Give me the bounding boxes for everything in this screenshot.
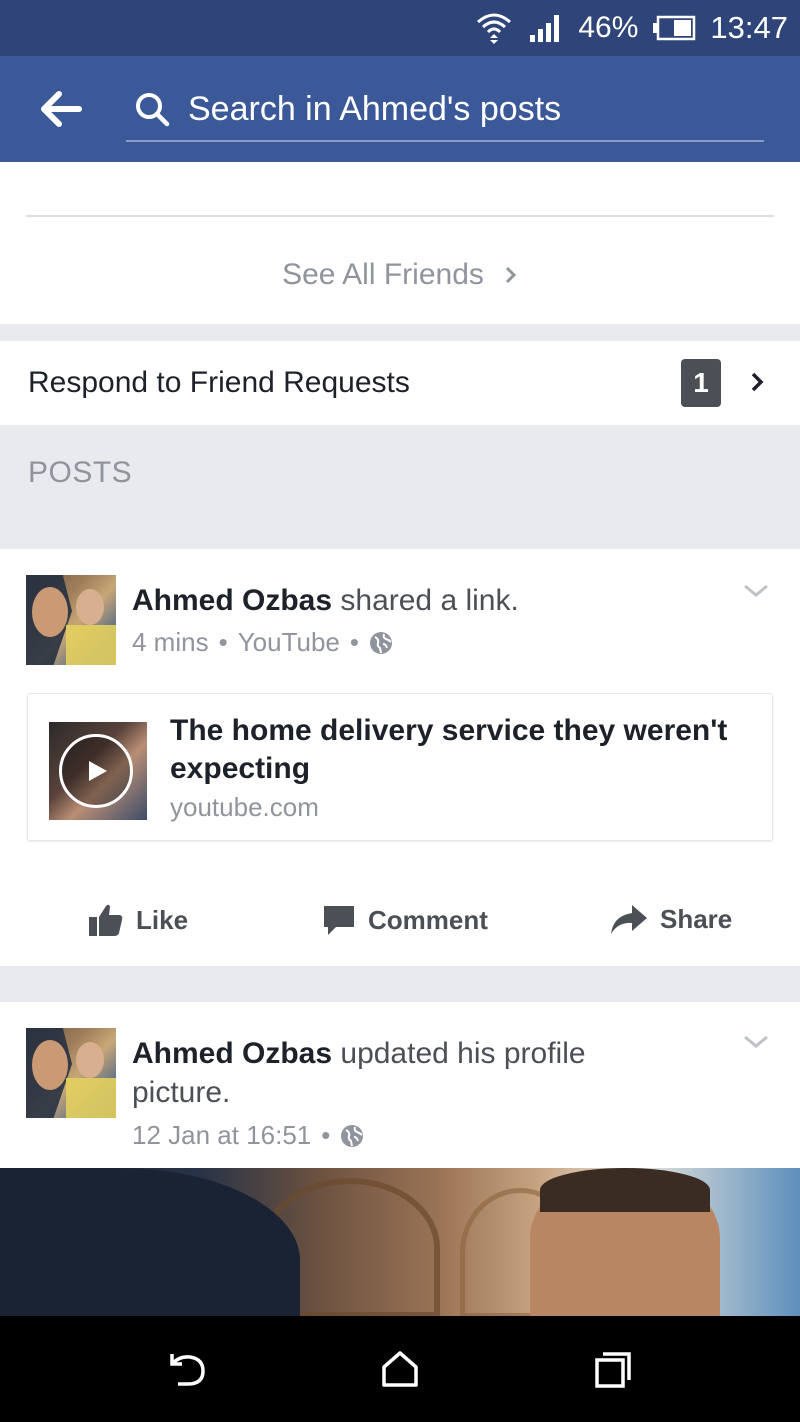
search-input[interactable] <box>188 89 748 129</box>
share-label: Share <box>660 903 733 934</box>
meta-separator: • <box>321 1120 331 1150</box>
globe-icon <box>369 631 392 654</box>
post-source: YouTube <box>237 627 340 657</box>
see-all-friends-button[interactable]: See All Friends <box>0 252 800 298</box>
post-author[interactable]: Ahmed Ozbas <box>132 584 332 617</box>
posts-section-header: POSTS <box>28 456 133 489</box>
meta-separator: • <box>349 627 359 657</box>
share-arrow-icon <box>611 905 647 934</box>
post-options-button[interactable] <box>740 1032 772 1052</box>
chevron-right-icon <box>750 369 766 400</box>
chevron-down-icon <box>744 584 768 597</box>
link-preview[interactable]: The home delivery service they weren't e… <box>27 693 773 841</box>
back-icon <box>170 1354 205 1386</box>
see-all-friends-label: See All Friends <box>282 258 484 291</box>
post-time[interactable]: 4 mins <box>132 627 209 658</box>
like-label: Like <box>136 904 189 935</box>
system-home-button[interactable] <box>377 1346 423 1392</box>
app-bar <box>0 56 800 162</box>
comment-icon <box>324 906 354 935</box>
chevron-down-icon <box>744 1035 768 1048</box>
share-button[interactable]: Share <box>610 903 732 935</box>
post-author[interactable]: Ahmed Ozbas <box>132 1037 332 1070</box>
post-header: Ahmed Ozbas updated his profile picture. <box>132 1034 612 1112</box>
avatar[interactable] <box>26 1028 116 1118</box>
wifi-icon <box>474 10 514 46</box>
profile-picture-photo[interactable] <box>0 1168 800 1322</box>
like-button[interactable]: Like <box>88 903 188 937</box>
link-title: The home delivery service they weren't e… <box>170 714 728 785</box>
chevron-right-icon <box>504 265 518 285</box>
post-options-button[interactable] <box>740 581 772 601</box>
post-actions: Like Comment Share <box>0 889 800 955</box>
globe-icon <box>341 1124 364 1147</box>
divider <box>26 215 774 217</box>
signal-icon <box>528 13 564 43</box>
recent-apps-icon <box>595 1352 631 1388</box>
status-bar: 46% 13:47 <box>0 0 800 56</box>
play-icon <box>59 734 133 808</box>
friend-requests-count-badge: 1 <box>681 359 721 407</box>
post-card: Ahmed Ozbas updated his profile picture.… <box>0 1002 800 1322</box>
link-thumbnail <box>49 722 147 820</box>
post-meta: 4 mins • YouTube • <box>132 627 393 658</box>
comment-button[interactable]: Comment <box>322 903 488 937</box>
meta-separator: • <box>218 627 228 657</box>
system-back-button[interactable] <box>164 1346 210 1392</box>
home-icon <box>382 1351 418 1387</box>
battery-percent: 46% <box>578 11 639 44</box>
friend-requests-row[interactable]: Respond to Friend Requests 1 <box>0 341 800 425</box>
avatar[interactable] <box>26 575 116 665</box>
system-recent-apps-button[interactable] <box>590 1346 636 1392</box>
friends-card: See All Friends <box>0 162 800 324</box>
system-nav-bar <box>0 1316 800 1422</box>
post-header: Ahmed Ozbas shared a link. <box>132 581 692 620</box>
clock: 13:47 <box>710 10 788 45</box>
link-domain: youtube.com <box>170 792 319 822</box>
search-box[interactable] <box>126 78 764 142</box>
battery-icon <box>652 15 696 41</box>
post-meta: 12 Jan at 16:51 • <box>132 1120 364 1151</box>
thumbs-up-icon <box>89 904 123 936</box>
post-time[interactable]: 12 Jan at 16:51 <box>132 1120 311 1151</box>
post-card: Ahmed Ozbas shared a link. 4 mins • YouT… <box>0 549 800 966</box>
post-action-text: shared a link. <box>332 584 519 617</box>
arrow-left-icon <box>41 91 82 127</box>
back-button[interactable] <box>36 86 86 132</box>
friend-requests-label: Respond to Friend Requests <box>28 366 410 399</box>
status-indicators: 46% 13:47 <box>474 0 788 56</box>
search-icon <box>136 93 170 127</box>
comment-label: Comment <box>368 904 488 935</box>
